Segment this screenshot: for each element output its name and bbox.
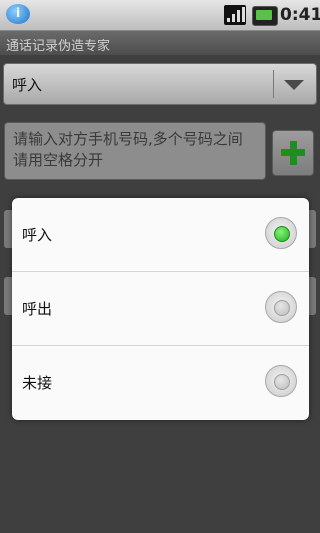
add-contact-button[interactable] [272,130,314,176]
radio-unchecked-icon [274,374,290,390]
call-type-spinner[interactable]: 呼入 [3,63,317,105]
window-title: 通话记录伪造专家 [6,39,111,54]
option-missed[interactable]: 未接 [12,346,309,419]
title-bar: 通话记录伪造专家 [0,31,320,55]
option-label: 呼入 [22,226,53,244]
spinner-divider [273,70,274,98]
radio-button[interactable] [265,217,297,249]
option-incoming[interactable]: 呼入 [12,198,309,271]
signal-icon [224,5,246,25]
option-label: 呼出 [22,300,53,318]
call-type-selected: 呼入 [12,76,43,94]
battery-icon [252,6,278,26]
app-notification-icon: i [6,4,30,24]
call-type-dialog: 呼入 呼出 未接 [12,198,309,420]
radio-button[interactable] [265,291,297,323]
option-label: 未接 [22,374,53,392]
phone-number-input[interactable]: 请输入对方手机号码,多个号码之间请用空格分开 [4,122,266,180]
status-bar: i 0:41 [0,0,320,31]
radio-checked-icon [274,226,290,242]
option-outgoing[interactable]: 呼出 [12,272,309,345]
radio-unchecked-icon [274,300,290,316]
radio-button[interactable] [265,365,297,397]
status-time: 0:41 [280,5,320,25]
chevron-down-icon [284,80,304,90]
